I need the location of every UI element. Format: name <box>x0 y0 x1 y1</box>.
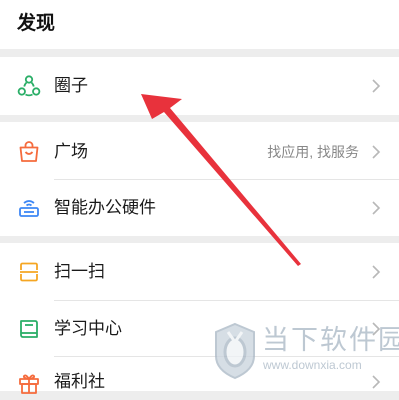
menu-item-label: 智能办公硬件 <box>54 198 156 217</box>
page-title: 发现 <box>17 13 56 34</box>
menu-item-label: 圈子 <box>54 76 88 95</box>
menu-item-hint: 找应用, 找服务 <box>267 144 359 160</box>
chevron-right-icon <box>371 144 381 160</box>
chevron-right-icon <box>371 78 381 94</box>
menu-item-learning-center[interactable]: 学习中心 <box>0 301 399 357</box>
menu-item-welfare[interactable]: 福利社 <box>0 357 399 394</box>
page-header: 发现 <box>0 0 399 49</box>
menu-item-label: 福利社 <box>54 372 105 391</box>
chevron-right-icon <box>371 264 381 280</box>
chevron-right-icon <box>371 321 381 337</box>
gift-icon <box>17 371 41 395</box>
circle-people-icon <box>17 74 41 98</box>
book-icon <box>17 317 41 341</box>
menu-item-circles[interactable]: 圈子 <box>0 57 399 115</box>
menu-item-label: 扫一扫 <box>54 262 105 281</box>
group-tools: 扫一扫 学习中心 福利社 <box>0 243 399 394</box>
group-circles: 圈子 <box>0 57 399 115</box>
group-services: 广场 找应用, 找服务 智能办公硬件 <box>0 122 399 236</box>
menu-item-label: 学习中心 <box>54 319 122 338</box>
hardware-device-icon <box>17 196 41 220</box>
menu-item-smart-hardware[interactable]: 智能办公硬件 <box>0 180 399 236</box>
menu-item-scan[interactable]: 扫一扫 <box>0 243 399 301</box>
menu-item-square[interactable]: 广场 找应用, 找服务 <box>0 122 399 180</box>
chevron-right-icon <box>371 200 381 216</box>
scan-icon <box>17 260 41 284</box>
chevron-right-icon <box>371 374 381 390</box>
shopping-bag-icon <box>17 140 41 164</box>
menu-item-label: 广场 <box>54 142 88 161</box>
